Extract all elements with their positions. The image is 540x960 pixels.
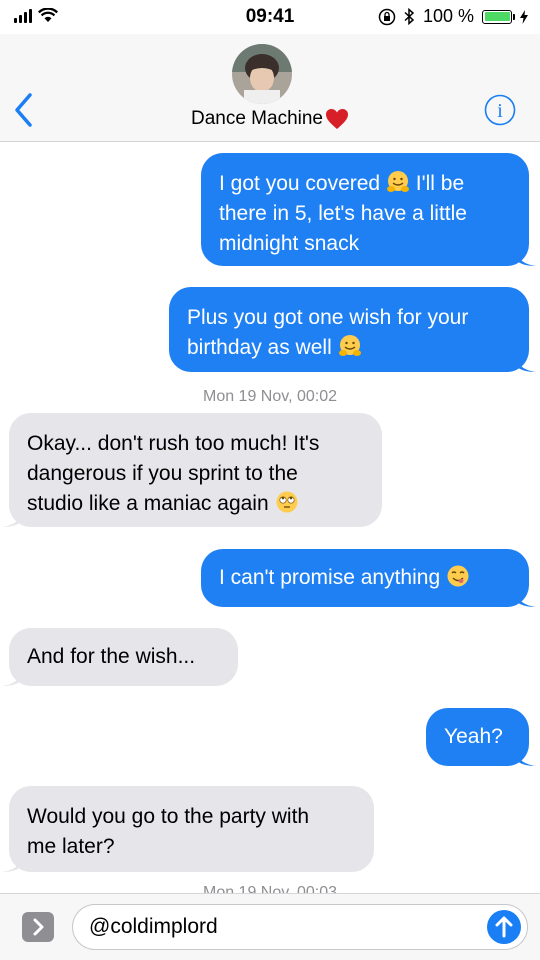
message-line: dangerous if you sprint to the (27, 462, 298, 485)
message-text: birthday as well (187, 336, 332, 359)
message-line: Plus you got one wish for your (187, 306, 469, 329)
contact-name-label: Dance Machine (190, 108, 324, 129)
message-line: And for the wish... (27, 645, 196, 668)
hugging-face-emoji (338, 335, 361, 356)
message-bubble-sent[interactable]: Plus you got one wish for your birthday … (169, 287, 536, 372)
message-timestamp-partial: Mon 19 Nov, 00:03 (202, 884, 337, 893)
message-bubble-sent[interactable]: I can't promise anything (201, 549, 536, 607)
message-text: studio like a maniac again (27, 492, 269, 515)
battery-percent: 100 % (422, 6, 474, 26)
message-bubble-sent[interactable]: I got you covered I'll be there in 5, le… (201, 153, 536, 266)
yum-face-emoji (447, 565, 469, 587)
message-input-value: @coldimplord (89, 915, 218, 938)
message-line: I can't promise anything (219, 563, 511, 593)
message-line: midnight snack (219, 232, 360, 255)
svg-text:i: i (497, 100, 503, 122)
contact-name[interactable]: Dance Machine (0, 108, 540, 130)
bubble-tail (516, 587, 536, 607)
bubble-tail (2, 852, 22, 872)
bluetooth-icon (404, 8, 415, 25)
message-bubble-received[interactable]: Okay... don't rush too much! It's danger… (2, 413, 382, 527)
message-line: I got you covered I'll be (219, 169, 511, 199)
orientation-lock-icon (378, 8, 396, 25)
message-line: Okay... don't rush too much! It's (27, 432, 320, 455)
message-line: Would you go to the party with (27, 805, 310, 828)
hugging-face-emoji (386, 171, 409, 192)
chevron-right-icon (33, 918, 44, 936)
bubble-tail (516, 352, 536, 372)
compose-bar: @coldimplord (0, 893, 540, 960)
message-line: there in 5, let's have a little (219, 202, 467, 225)
charging-bolt-icon (520, 9, 528, 24)
message-line: birthday as well (187, 333, 511, 363)
bubble-tail (516, 246, 536, 266)
bubble-tail (2, 666, 22, 686)
message-input[interactable]: @coldimplord (72, 904, 528, 950)
conversation-header: Dance Machine i (0, 34, 540, 142)
message-text: I'll be (415, 172, 465, 195)
send-arrow-icon[interactable] (487, 910, 521, 944)
avatar[interactable] (232, 44, 292, 104)
message-line: Yeah? (444, 725, 503, 748)
status-bar: 09:41 100 % (0, 0, 540, 34)
eye-roll-emoji (276, 491, 297, 513)
message-bubble-sent[interactable]: Yeah? (426, 708, 536, 766)
message-text: I can't promise anything (219, 566, 441, 589)
message-timestamp: Mon 19 Nov, 00:02 (202, 388, 337, 405)
status-right-group: 100 % (378, 6, 528, 27)
expand-apps-button[interactable] (22, 912, 54, 942)
message-bubble-received[interactable]: Would you go to the party with me later? (2, 786, 374, 872)
heart-emoji (326, 109, 349, 129)
message-line: studio like a maniac again (27, 489, 364, 519)
info-icon[interactable]: i (484, 94, 516, 126)
battery-icon (482, 9, 515, 24)
message-line: me later? (27, 835, 115, 858)
bubble-tail (2, 507, 22, 527)
message-bubble-received[interactable]: And for the wish... (2, 628, 238, 686)
bubble-tail (516, 746, 536, 766)
message-text: I got you covered (219, 172, 381, 195)
